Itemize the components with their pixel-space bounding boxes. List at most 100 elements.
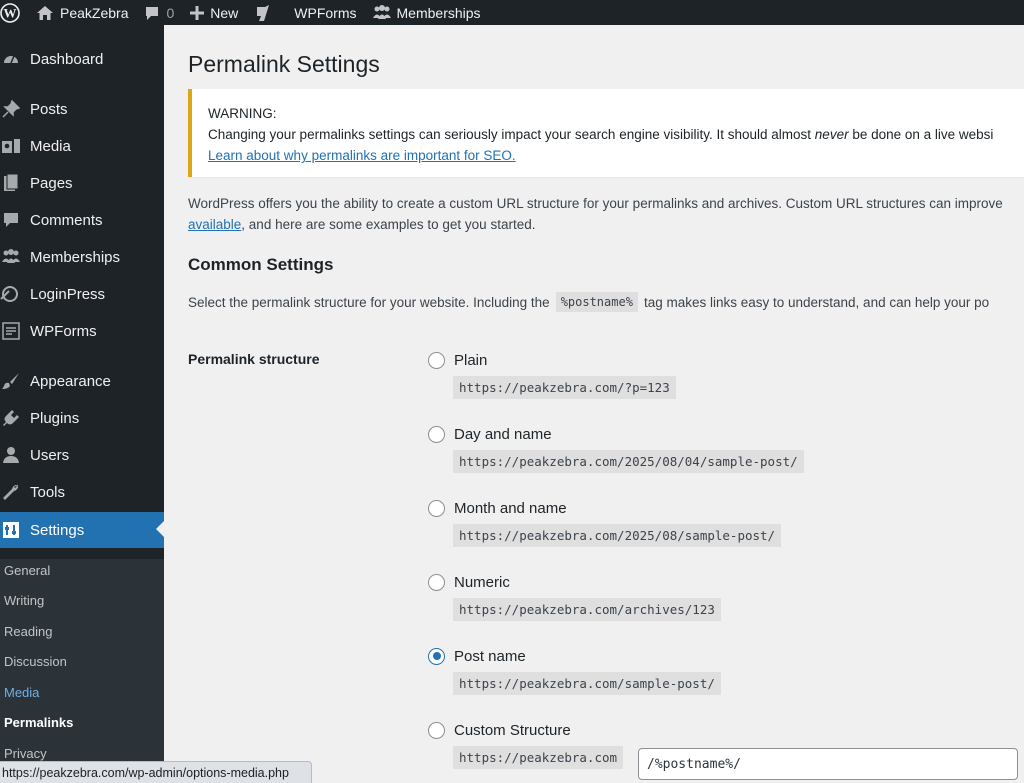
option-label[interactable]: Month and name xyxy=(454,500,567,517)
seo-learn-more-link[interactable]: Learn about why permalinks are important… xyxy=(208,148,516,163)
sidebar-item-label: Media xyxy=(30,137,71,155)
sidebar-item-posts[interactable]: Posts xyxy=(0,92,164,126)
submenu-discussion[interactable]: Discussion xyxy=(4,651,67,671)
sidebar-item-label: Settings xyxy=(30,521,85,539)
sidebar-item-dashboard[interactable]: Dashboard xyxy=(0,42,164,76)
dashboard-icon xyxy=(0,48,22,70)
sidebar-item-users[interactable]: Users xyxy=(0,438,164,472)
permalink-structure-label: Permalink structure xyxy=(188,351,320,367)
sidebar-item-tools[interactable]: Tools xyxy=(0,475,164,509)
option-post-name: Post name https://peakzebra.com/sample-p… xyxy=(428,645,721,695)
numeric-radio[interactable] xyxy=(428,573,445,591)
custom-structure-prefix: https://peakzebra.com xyxy=(453,746,624,769)
option-example: https://peakzebra.com/2025/08/sample-pos… xyxy=(453,524,782,547)
media-icon xyxy=(0,135,22,157)
section-title: Common Settings xyxy=(188,255,334,274)
option-label[interactable]: Plain xyxy=(454,352,487,369)
groups-icon xyxy=(0,246,22,268)
option-custom-structure: Custom Structure https://peakzebra.com xyxy=(428,719,624,769)
submenu-media[interactable]: Media xyxy=(4,682,39,702)
submenu-privacy[interactable]: Privacy xyxy=(4,743,47,763)
submenu-reading[interactable]: Reading xyxy=(4,621,52,641)
yoast-icon xyxy=(254,4,272,22)
intro-line-rest: , and here are some examples to get you … xyxy=(241,217,536,232)
plugin-icon xyxy=(0,407,22,429)
user-icon xyxy=(0,444,22,466)
sidebar-item-label: Users xyxy=(30,446,70,464)
sidebar-item-wpforms[interactable]: WPForms xyxy=(0,314,164,348)
warning-text-part: Changing your permalinks settings can se… xyxy=(208,127,815,142)
option-day-and-name: Day and name https://peakzebra.com/2025/… xyxy=(428,423,804,473)
option-numeric: Numeric https://peakzebra.com/archives/1… xyxy=(428,571,721,621)
sidebar-item-memberships[interactable]: Memberships xyxy=(0,240,164,274)
brush-icon xyxy=(0,370,22,392)
option-example: https://peakzebra.com/2025/08/04/sample-… xyxy=(453,450,804,473)
sidebar-item-label: Pages xyxy=(30,174,73,192)
settings-submenu: General Writing Reading Discussion Media… xyxy=(0,559,164,783)
sidebar-item-plugins[interactable]: Plugins xyxy=(0,401,164,435)
option-label[interactable]: Day and name xyxy=(454,426,552,443)
sidebar-item-label: Tools xyxy=(30,483,66,501)
loginpress-icon xyxy=(0,283,22,305)
intro-line: available, and here are some examples to… xyxy=(188,214,1024,235)
day-and-name-radio[interactable] xyxy=(428,425,445,443)
home-icon xyxy=(36,5,54,21)
pin-icon xyxy=(0,98,22,120)
sidebar-item-label: Memberships xyxy=(30,248,121,266)
comments-link[interactable]: 0 xyxy=(136,0,182,25)
submenu-permalinks[interactable]: Permalinks xyxy=(4,712,73,732)
option-label[interactable]: Numeric xyxy=(454,574,510,591)
wrench-icon xyxy=(0,481,22,503)
site-name-link[interactable]: PeakZebra xyxy=(28,0,136,25)
pages-icon xyxy=(0,172,22,194)
new-label: New xyxy=(210,4,239,21)
wordpress-logo-icon[interactable]: W xyxy=(0,0,28,25)
memberships-menu[interactable]: Memberships xyxy=(365,0,489,25)
available-tags-link[interactable]: available xyxy=(188,217,241,232)
description-part: Select the permalink structure for your … xyxy=(188,294,550,310)
option-example: https://peakzebra.com/archives/123 xyxy=(453,598,721,621)
sidebar-item-label: Posts xyxy=(30,100,68,118)
page-title: Permalink Settings xyxy=(188,51,380,77)
wpforms-label: WPForms xyxy=(294,4,357,21)
yoast-menu[interactable] xyxy=(246,0,280,25)
svg-text:W: W xyxy=(4,5,17,20)
sidebar-item-appearance[interactable]: Appearance xyxy=(0,364,164,398)
sidebar-item-comments[interactable]: Comments xyxy=(0,203,164,237)
plain-radio[interactable] xyxy=(428,351,445,369)
sidebar-item-media[interactable]: Media xyxy=(0,129,164,163)
option-label[interactable]: Post name xyxy=(454,648,526,665)
sidebar-item-label: Dashboard xyxy=(30,50,104,68)
plus-icon xyxy=(190,5,205,20)
sidebar-item-label: LoginPress xyxy=(30,285,106,303)
main-content: Permalink Settings WARNING: Changing you… xyxy=(188,25,1024,783)
site-name: PeakZebra xyxy=(60,4,129,21)
structure-description: Select the permalink structure for your … xyxy=(188,292,989,312)
option-example: https://peakzebra.com/?p=123 xyxy=(453,376,676,399)
option-example: https://peakzebra.com/sample-post/ xyxy=(453,672,721,695)
admin-sidebar: Dashboard Posts Media Pages Comments Mem… xyxy=(0,25,164,783)
custom-structure-radio[interactable] xyxy=(428,721,445,739)
intro-line: WordPress offers you the ability to crea… xyxy=(188,196,1003,211)
new-content-link[interactable]: New xyxy=(182,0,246,25)
settings-icon xyxy=(0,519,22,541)
custom-structure-input[interactable] xyxy=(638,748,1018,780)
sidebar-item-settings[interactable]: Settings xyxy=(0,512,164,548)
sidebar-item-label: WPForms xyxy=(30,322,97,340)
description-part: tag makes links easy to understand, and … xyxy=(643,294,990,310)
warning-text: Changing your permalinks settings can se… xyxy=(208,124,1024,145)
sidebar-item-loginpress[interactable]: LoginPress xyxy=(0,277,164,311)
submenu-writing[interactable]: Writing xyxy=(4,590,44,610)
wpforms-menu[interactable]: WPForms xyxy=(280,0,364,25)
groups-icon xyxy=(372,4,391,21)
admin-bar: W PeakZebra 0 New WPForms Memberships xyxy=(0,0,1024,25)
post-name-radio[interactable] xyxy=(428,647,445,665)
sidebar-item-pages[interactable]: Pages xyxy=(0,166,164,200)
month-and-name-radio[interactable] xyxy=(428,499,445,517)
option-label[interactable]: Custom Structure xyxy=(454,722,571,739)
sidebar-item-label: Appearance xyxy=(30,372,111,390)
warning-text-emphasis: never xyxy=(814,127,849,142)
intro-text: WordPress offers you the ability to crea… xyxy=(188,193,1024,235)
submenu-general[interactable]: General xyxy=(4,560,50,580)
sidebar-item-label: Plugins xyxy=(30,409,80,427)
